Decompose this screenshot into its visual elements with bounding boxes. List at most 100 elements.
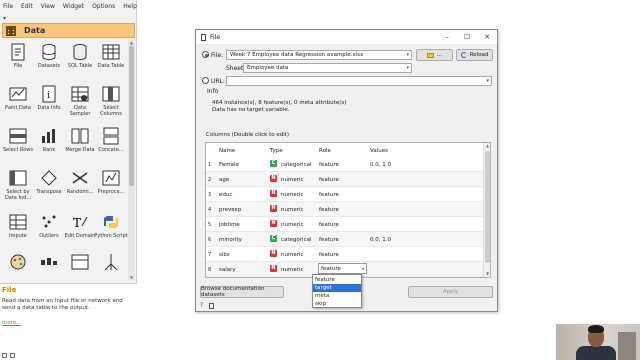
apply-button[interactable]: Apply <box>408 286 493 298</box>
widget-merge-data[interactable]: Merge Data <box>64 126 96 153</box>
table-row[interactable]: 2 age Nnumeric feature <box>206 172 484 187</box>
widget-python-script[interactable]: Python Script <box>94 212 128 239</box>
col-header-type[interactable]: Type <box>270 148 283 154</box>
browse-button[interactable]: ... <box>416 49 453 61</box>
widget-data-info[interactable]: i Data Info <box>33 84 65 111</box>
role-option-skip[interactable]: skip <box>313 300 361 308</box>
row-name[interactable]: jobtime <box>219 222 240 228</box>
help-more-link[interactable]: more... <box>2 320 22 326</box>
table-row[interactable]: 7 sibs Nnumeric feature <box>206 247 484 262</box>
file-radio[interactable] <box>202 51 209 58</box>
widget-data-table[interactable]: Data Table <box>95 42 127 69</box>
role-option-feature[interactable]: feature <box>313 276 361 284</box>
url-radio[interactable] <box>202 77 209 84</box>
row-type[interactable]: numeric <box>281 177 304 183</box>
maximize-button[interactable]: ☐ <box>457 30 477 44</box>
toolbox-scrollbar[interactable]: ▲ ▼ <box>128 40 135 280</box>
table-row[interactable]: 3 educ Nnumeric feature <box>206 187 484 202</box>
table-row[interactable]: 6 minority Ccategorical feature 0.0, 1.0 <box>206 232 484 247</box>
status-icon[interactable] <box>10 353 15 358</box>
reload-button[interactable]: Reload <box>456 49 493 61</box>
scroll-down-icon[interactable]: ▼ <box>484 271 491 277</box>
widget-sql-table[interactable]: SQL Table <box>64 42 96 69</box>
widget-impute[interactable]: Impute <box>2 212 34 239</box>
menu-file[interactable]: File <box>3 3 13 10</box>
report-icon[interactable] <box>2 353 7 358</box>
row-type[interactable]: categorical <box>281 237 312 243</box>
close-button[interactable]: ✕ <box>477 30 497 44</box>
sheet-select[interactable]: Employee data ▾ <box>243 63 412 73</box>
help-question-icon[interactable]: ? <box>200 302 203 309</box>
col-header-name[interactable]: Name <box>219 148 235 154</box>
row-role[interactable]: feature <box>319 222 339 228</box>
scrollbar-thumb[interactable] <box>485 151 490 263</box>
role-option-target[interactable]: target <box>313 284 361 292</box>
row-name[interactable]: salary <box>219 267 236 273</box>
row-role[interactable]: feature <box>319 252 339 258</box>
widget-concatenate[interactable]: Concate... <box>95 126 127 153</box>
minimize-button[interactable]: – <box>437 30 457 44</box>
row-name[interactable]: educ <box>219 192 232 198</box>
window-titlebar[interactable]: File – ☐ ✕ <box>196 30 497 44</box>
row-name[interactable]: age <box>219 177 229 183</box>
table-row[interactable]: 1 Female Ccategorical feature 0.0, 1.0 <box>206 157 484 172</box>
col-header-values[interactable]: Values <box>370 148 388 154</box>
table-scrollbar[interactable]: ▲ ▼ <box>483 143 490 277</box>
menu-widget[interactable]: Widget <box>63 3 84 10</box>
role-dropdown-list[interactable]: feature target meta skip <box>312 274 362 308</box>
widget-rank[interactable]: Rank <box>33 126 65 153</box>
category-toggle-icon[interactable]: ▾ <box>3 15 6 22</box>
row-name[interactable]: prevexp <box>219 207 241 213</box>
row-role[interactable]: feature <box>319 237 339 243</box>
menu-edit[interactable]: Edit <box>21 3 33 10</box>
row-type[interactable]: numeric <box>281 192 304 198</box>
row-role[interactable]: feature <box>319 162 339 168</box>
widget-datasets[interactable]: Datasets <box>33 42 65 69</box>
row-type[interactable]: categorical <box>281 162 312 168</box>
widget-randomize[interactable]: Randomi... <box>64 168 96 195</box>
widget-outliers[interactable]: Outliers <box>33 212 65 239</box>
widget-paint-data[interactable]: Paint Data <box>2 84 34 111</box>
browse-documentation-button[interactable]: Browse documentation datasets <box>200 286 284 298</box>
row-values[interactable]: 0.0, 1.0 <box>370 162 391 168</box>
menu-help[interactable]: Help <box>123 3 137 10</box>
widget-edit-domain[interactable]: T Edit Domain <box>64 212 96 239</box>
row-type[interactable]: numeric <box>281 267 304 273</box>
scroll-down-icon[interactable]: ▼ <box>128 275 135 280</box>
widget-transpose[interactable]: Transpose <box>33 168 65 195</box>
widget-preprocess[interactable]: Preproce... <box>95 168 127 195</box>
role-option-meta[interactable]: meta <box>313 292 361 300</box>
scrollbar-thumb[interactable] <box>129 46 134 186</box>
row-type[interactable]: numeric <box>281 207 304 213</box>
widget-create-class[interactable] <box>64 252 96 273</box>
widget-palette[interactable] <box>2 252 34 273</box>
menu-view[interactable]: View <box>41 3 55 10</box>
row-role[interactable]: feature <box>319 177 339 183</box>
role-select[interactable]: feature ▾ <box>318 263 367 274</box>
widget-data-sampler[interactable]: Data Sampler <box>64 84 96 117</box>
category-header-data[interactable]: Data <box>2 23 135 38</box>
row-name[interactable]: sibs <box>219 252 230 258</box>
widget-purge[interactable] <box>33 252 65 273</box>
row-type[interactable]: numeric <box>281 252 304 258</box>
widget-feature-constructor[interactable] <box>95 252 127 273</box>
widget-select-columns[interactable]: Select Columns <box>95 84 127 117</box>
file-select[interactable]: Week 7 Employee data Regression example.… <box>226 50 412 60</box>
scroll-up-icon[interactable]: ▲ <box>128 40 135 45</box>
menu-options[interactable]: Options <box>92 3 115 10</box>
scroll-up-icon[interactable]: ▲ <box>484 143 491 149</box>
col-header-role[interactable]: Role <box>319 148 331 154</box>
row-role[interactable]: feature <box>319 207 339 213</box>
table-row[interactable]: 5 jobtime Nnumeric feature <box>206 217 484 232</box>
row-values[interactable]: 0.0, 1.0 <box>370 237 391 243</box>
row-name[interactable]: Female <box>219 162 239 168</box>
row-role[interactable]: feature <box>319 192 339 198</box>
widget-select-rows[interactable]: Select Rows <box>2 126 34 153</box>
url-input[interactable]: ▾ <box>226 76 492 86</box>
row-name[interactable]: minority <box>219 237 242 243</box>
report-icon[interactable] <box>209 303 214 309</box>
widget-select-by-index[interactable]: Select by Data Ind... <box>2 168 34 201</box>
table-row[interactable]: 4 prevexp Nnumeric feature <box>206 202 484 217</box>
widget-file[interactable]: File <box>2 42 34 69</box>
row-type[interactable]: numeric <box>281 222 304 228</box>
